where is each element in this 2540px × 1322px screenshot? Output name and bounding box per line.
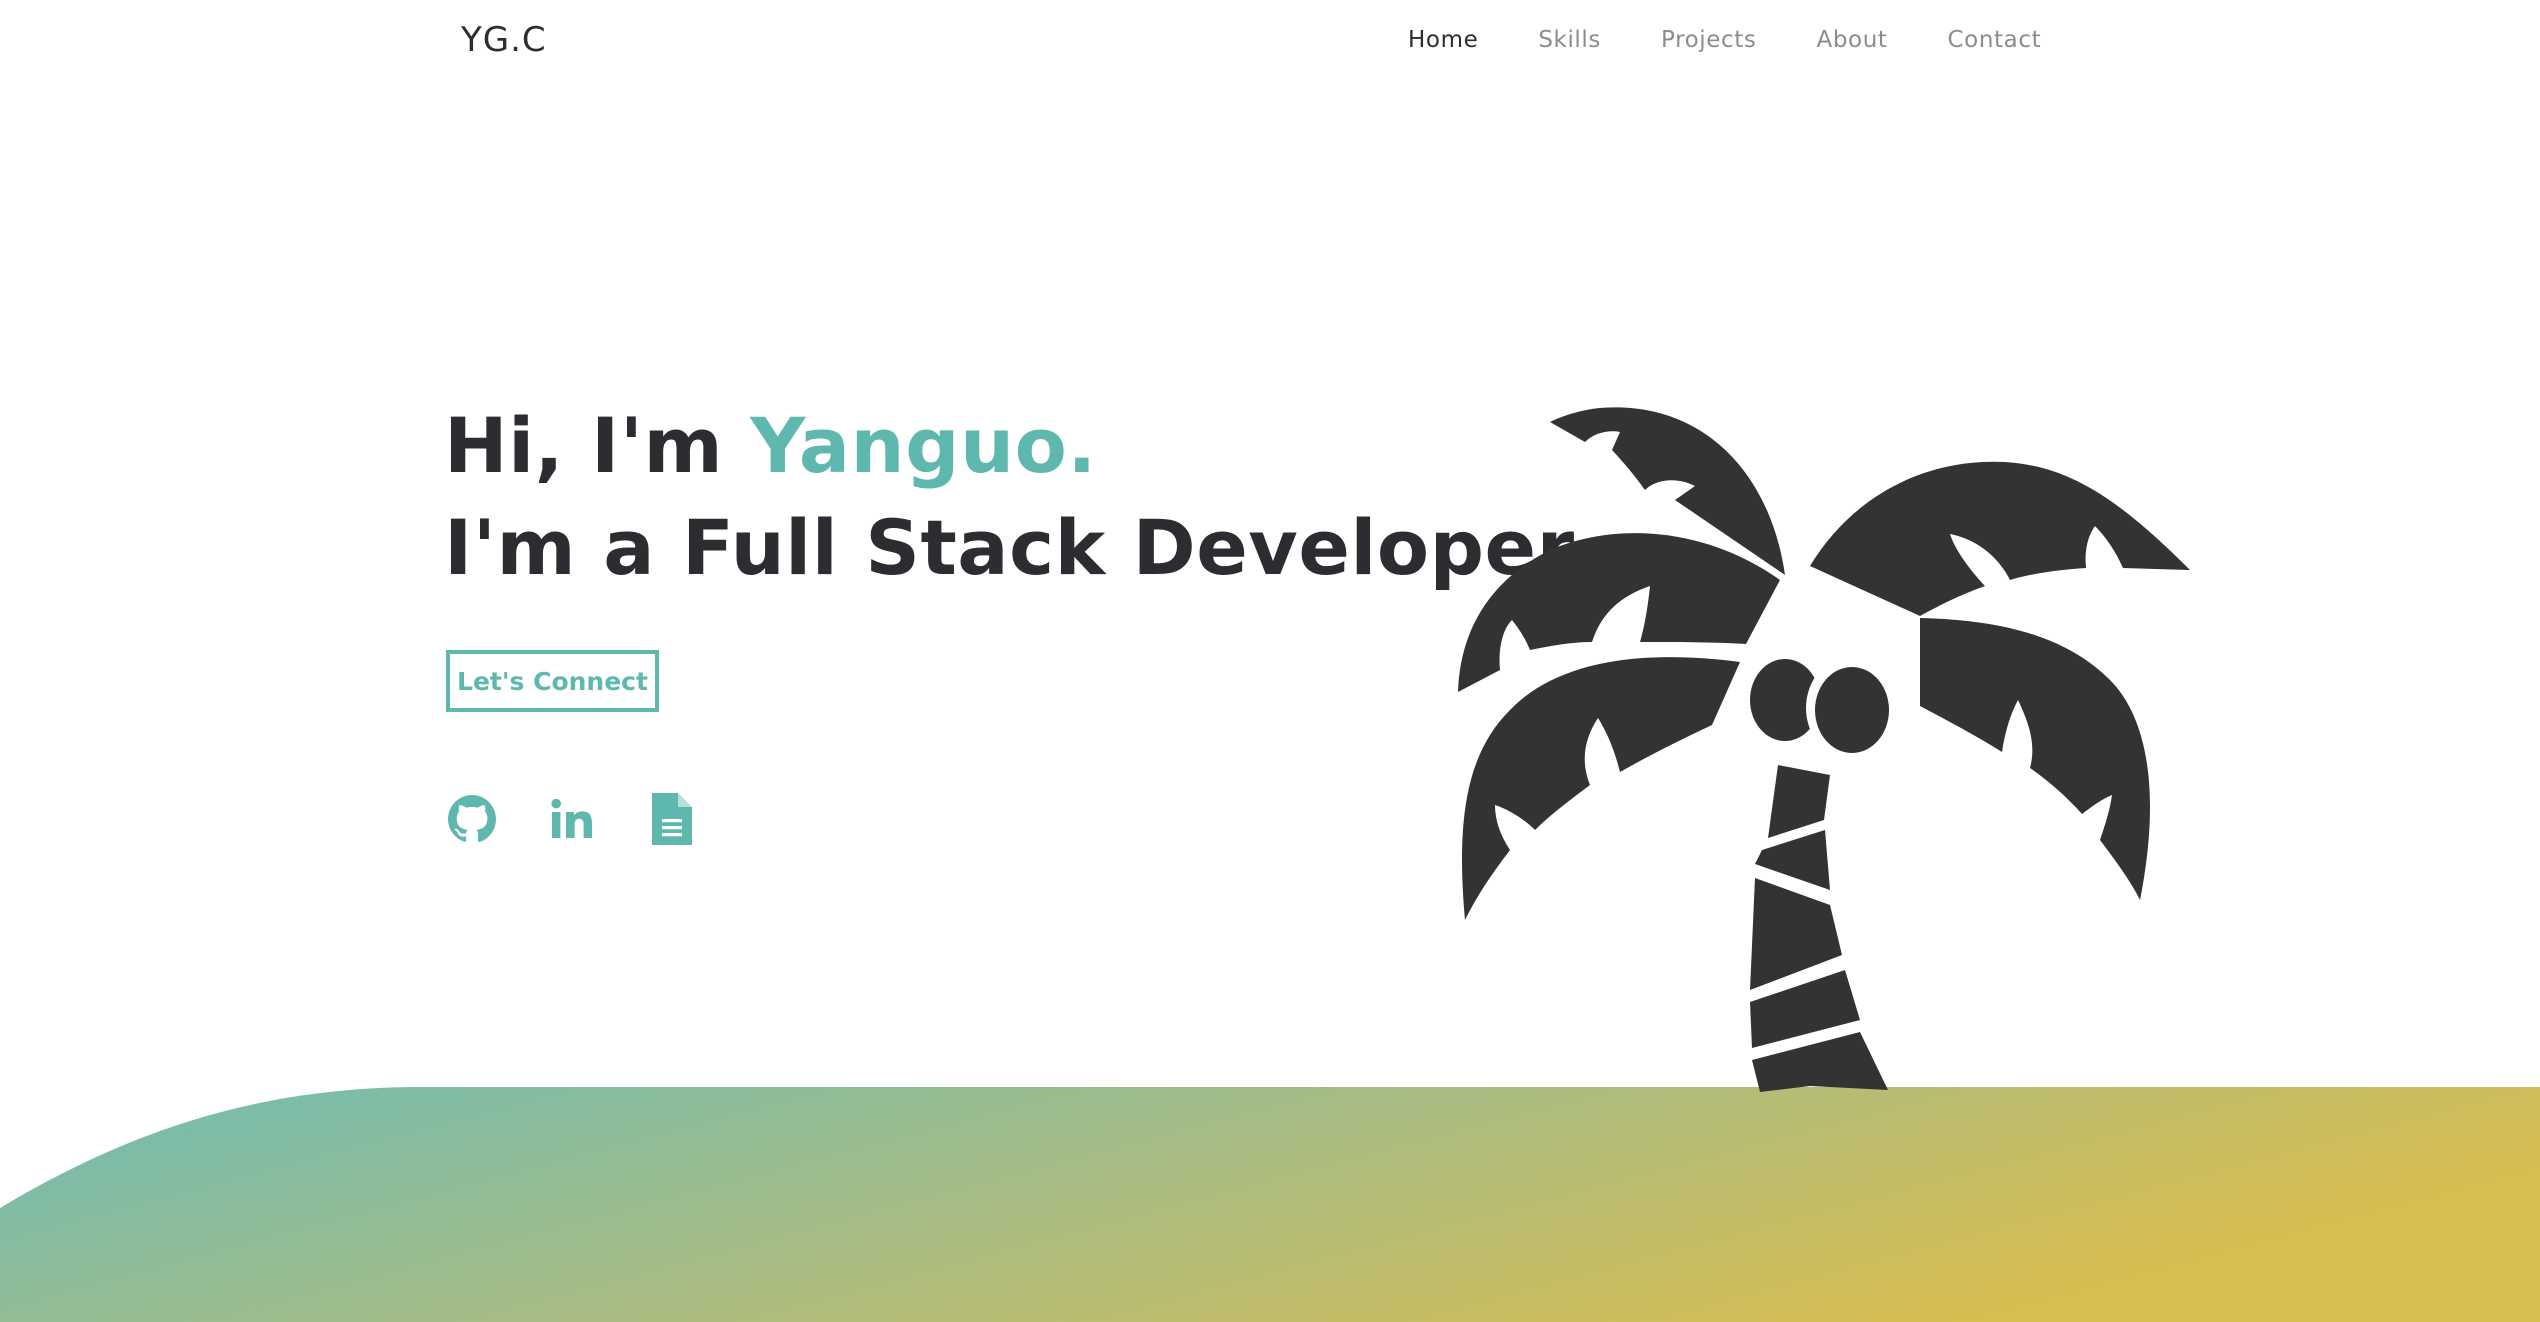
social-links [446,793,698,845]
resume-link[interactable] [646,793,698,845]
lets-connect-button[interactable]: Let's Connect [446,650,659,712]
github-icon [447,794,497,844]
hero-name: Yanguo. [750,401,1097,490]
resume-document-icon [652,793,692,845]
nav-links: Home Skills Projects About Contact [1408,27,2041,53]
nav-link-home[interactable]: Home [1408,27,1478,53]
ground-wave [0,1087,2540,1322]
nav-link-projects[interactable]: Projects [1661,27,1756,53]
hero-title: Hi, I'm Yanguo. I'm a Full Stack Develope… [444,395,1593,599]
linkedin-icon [548,795,596,843]
nav-link-about[interactable]: About [1817,27,1888,53]
palm-tree-illustration [1458,407,2190,1092]
hero-tagline: I'm a Full Stack Developer. [444,503,1594,592]
linkedin-link[interactable] [546,793,598,845]
hero-greeting: Hi, I'm [444,401,751,490]
nav-link-contact[interactable]: Contact [1948,27,2042,53]
site-logo[interactable]: YG.C [461,20,547,60]
github-link[interactable] [446,793,498,845]
nav-link-skills[interactable]: Skills [1538,27,1601,53]
navbar: YG.C Home Skills Projects About Contact [0,0,2540,84]
page: YG.C Home Skills Projects About Contact … [0,0,2540,1322]
